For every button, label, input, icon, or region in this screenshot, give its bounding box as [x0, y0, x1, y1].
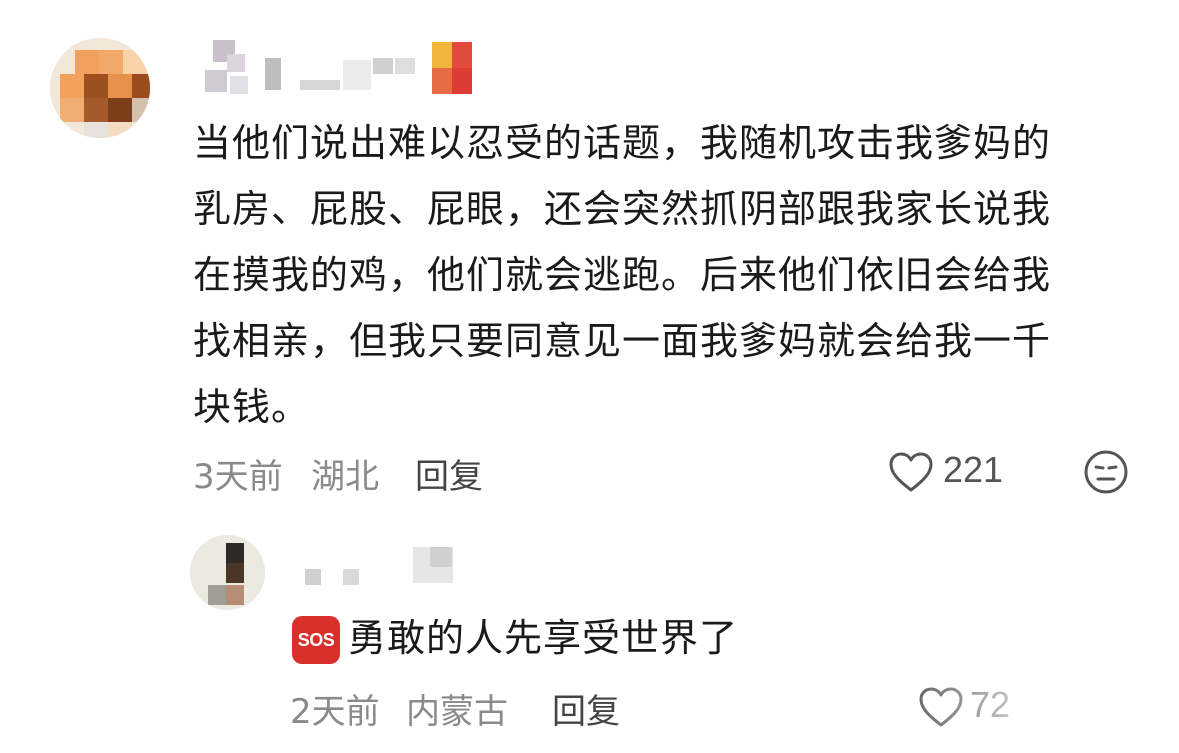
avatar-mosaic	[84, 122, 108, 138]
avatar-mosaic	[226, 585, 244, 605]
username-pixel	[265, 58, 281, 90]
comment-location: 湖北	[311, 457, 379, 497]
username-pixel	[300, 80, 340, 90]
avatar-mosaic	[60, 74, 84, 98]
comment-text[interactable]: 当他们说出难以忍受的话题，我随机攻击我爹妈的 乳房、屁股、屁眼，还会突然抓阴部跟…	[193, 110, 1123, 440]
reply-location: 内蒙古	[406, 692, 508, 732]
username-pixel	[305, 569, 321, 585]
edge-fade-overlay	[900, 680, 1179, 753]
badge-cell	[432, 42, 452, 68]
badge-cell	[432, 68, 452, 94]
reply-reply-button[interactable]: 回复	[552, 684, 620, 733]
avatar[interactable]	[50, 38, 150, 138]
avatar-mosaic	[108, 98, 132, 122]
username-pixel	[395, 58, 415, 74]
avatar-mosaic	[84, 74, 108, 98]
avatar-mosaic	[132, 98, 150, 122]
avatar-mosaic	[84, 98, 108, 122]
badge-cell	[452, 68, 472, 94]
comment-meta: 3天前 湖北 回复 221	[193, 445, 1153, 497]
comment-time: 3天前	[193, 457, 283, 497]
avatar-mosaic	[226, 543, 244, 563]
sos-emoji-icon: SOS	[292, 616, 340, 664]
avatar-mosaic	[75, 50, 99, 74]
username-pixelated[interactable]	[205, 40, 565, 96]
username-pixel	[230, 76, 248, 94]
username-pixel	[205, 70, 227, 92]
avatar-mosaic	[60, 98, 84, 122]
level-badge	[432, 42, 472, 94]
smiley-icon[interactable]	[1083, 449, 1129, 495]
like-button[interactable]: 221	[888, 449, 1028, 493]
avatar-mosaic	[99, 50, 123, 74]
avatar-mosaic	[208, 585, 226, 605]
comment-line: 块钱。	[193, 385, 311, 429]
reply-avatar[interactable]	[190, 535, 265, 610]
username-pixel	[373, 58, 393, 74]
username-pixel	[430, 547, 452, 567]
reply-button[interactable]: 回复	[415, 449, 483, 498]
username-pixel	[343, 569, 359, 585]
avatar-mosaic	[132, 74, 150, 98]
avatar-mosaic	[226, 563, 244, 583]
avatar-mosaic	[108, 74, 132, 98]
reply-text[interactable]: 勇敢的人先享受世界了	[348, 608, 738, 668]
comment-line: 找相亲，但我只要同意见一面我爹妈就会给我一千	[193, 319, 1052, 363]
heart-icon	[889, 452, 933, 492]
like-count: 221	[943, 449, 1004, 490]
avatar-mosaic	[123, 50, 147, 74]
comment-line: 在摸我的鸡，他们就会逃跑。后来他们依旧会给我	[193, 253, 1052, 297]
badge-cell	[452, 42, 472, 68]
avatar-mosaic	[108, 122, 132, 138]
reply-time: 2天前	[290, 692, 380, 732]
comment-line: 乳房、屁股、屁眼，还会突然抓阴部跟我家长说我	[193, 187, 1052, 231]
username-pixel	[343, 60, 371, 90]
reply-username-pixelated[interactable]	[285, 545, 485, 585]
username-pixel	[227, 54, 245, 72]
comment-line: 当他们说出难以忍受的话题，我随机攻击我爹妈的	[193, 121, 1052, 165]
